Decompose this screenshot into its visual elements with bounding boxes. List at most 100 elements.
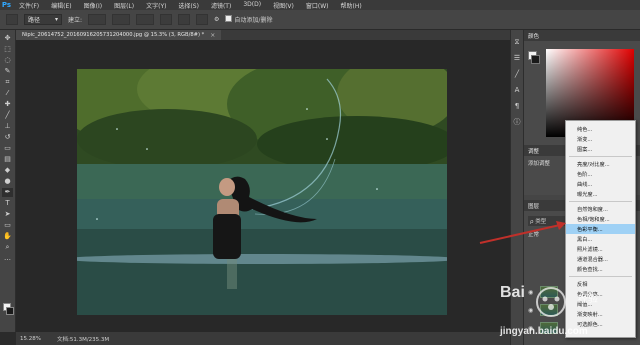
zoom-tool-icon[interactable]: ⌕	[2, 243, 13, 252]
eraser-tool-icon[interactable]: ▭	[2, 144, 13, 153]
path-selection-tool-icon[interactable]: ➤	[2, 210, 13, 219]
crop-tool-icon[interactable]: ⌗	[2, 78, 13, 87]
properties-panel-icon[interactable]: ☰	[513, 54, 522, 62]
menu-item[interactable]: 文字(Y)	[140, 1, 172, 10]
gear-icon[interactable]: ⚙	[214, 16, 219, 23]
history-brush-tool-icon[interactable]: ↺	[2, 133, 13, 142]
document-tab-bar: Nipic_20614752_20160916205731204000.jpg …	[16, 30, 510, 40]
make-selection-button[interactable]	[88, 14, 107, 25]
adjustment-menu-item[interactable]: 曝光度...	[566, 189, 635, 199]
adjustment-menu-item[interactable]: 反相	[566, 279, 635, 289]
adjustment-menu-item[interactable]: 通道混合器...	[566, 254, 635, 264]
layers-filter-select[interactable]: ρ 类型	[528, 216, 568, 226]
adjustment-menu-item[interactable]: 颜色查找...	[566, 264, 635, 274]
adjustment-menu-item[interactable]: 亮度/对比度...	[566, 159, 635, 169]
info-panel-icon[interactable]: ⓘ	[513, 118, 522, 126]
dodge-tool-icon[interactable]: ●	[2, 177, 13, 186]
menu-bar: Ps 文件(F) 编辑(E) 图像(I) 图层(L) 文字(Y) 选择(S) 滤镜(T) 3D…	[0, 0, 640, 10]
clone-stamp-tool-icon[interactable]: ⊥	[2, 122, 13, 131]
layers-panel-title: 图层	[528, 203, 540, 210]
menu-item[interactable]: 滤镜(T)	[205, 1, 237, 10]
document-info[interactable]: 文档:51.3M/235.3M	[57, 335, 109, 343]
pen-tool-icon[interactable]: ✒	[2, 188, 13, 197]
layer-thumbnail	[540, 286, 558, 298]
adjustment-menu-item[interactable]: 渐变映射...	[566, 309, 635, 319]
character-panel-icon[interactable]: A	[513, 86, 522, 94]
blend-mode-select[interactable]: 正常	[528, 230, 539, 238]
blur-tool-icon[interactable]: ◆	[2, 166, 13, 175]
menu-item[interactable]: 3D(D)	[237, 1, 267, 10]
adjustment-menu-item[interactable]: 黑白...	[566, 234, 635, 244]
lasso-tool-icon[interactable]: ◌	[2, 56, 13, 65]
tools-panel: ✥ ⬚ ◌ ✎ ⌗ ⁄ ✚ ╱ ⊥ ↺ ▭ ▤ ◆ ● ✒ T ➤ ▭ ✋ ⌕ …	[0, 30, 16, 332]
brush-tool-icon[interactable]: ╱	[2, 111, 13, 120]
document-tab-title: Nipic_20614752_20160916205731204000.jpg …	[22, 32, 205, 38]
background-color-swatch[interactable]	[6, 307, 14, 315]
watermark-suffix: 经验	[578, 294, 598, 305]
adjustment-menu-item[interactable]: 色彩平衡...	[566, 224, 635, 234]
photoshop-logo-icon: Ps	[1, 1, 12, 9]
path-mode-value: 路径	[28, 17, 41, 24]
layer-thumbnail	[540, 304, 558, 316]
canvas-area[interactable]	[16, 40, 510, 332]
adjustment-menu-item[interactable]: 纯色...	[566, 124, 635, 134]
menu-item[interactable]: 窗口(W)	[300, 1, 335, 10]
zoom-level[interactable]: 15.28%	[20, 336, 41, 342]
menu-item[interactable]: 编辑(E)	[45, 1, 77, 10]
hand-tool-icon[interactable]: ✋	[2, 232, 13, 241]
adjustment-menu-item[interactable]: 色相/饱和度...	[566, 214, 635, 224]
adjustment-menu-item[interactable]: 照片滤镜...	[566, 244, 635, 254]
menu-item[interactable]: 帮助(H)	[335, 1, 368, 10]
paragraph-panel-icon[interactable]: ¶	[513, 102, 522, 110]
document-image[interactable]	[77, 69, 447, 315]
gradient-tool-icon[interactable]: ▤	[2, 155, 13, 164]
adjustment-menu-item[interactable]: 渐变...	[566, 134, 635, 144]
shape-tool-icon[interactable]: ▭	[2, 221, 13, 230]
adjustment-menu-item[interactable]: 色阶...	[566, 169, 635, 179]
pen-tool-preset-icon[interactable]	[6, 14, 18, 25]
adjustment-menu-item[interactable]: 色调分离...	[566, 289, 635, 299]
eye-icon[interactable]: ◉	[528, 289, 536, 296]
make-shape-button[interactable]	[136, 14, 155, 25]
healing-brush-tool-icon[interactable]: ✚	[2, 100, 13, 109]
marquee-tool-icon[interactable]: ⬚	[2, 45, 13, 54]
menu-separator	[569, 201, 632, 202]
path-alignment-button[interactable]	[178, 14, 191, 25]
move-tool-icon[interactable]: ✥	[2, 34, 13, 43]
eye-icon[interactable]: ◉	[528, 307, 536, 314]
status-bar: 15.28% 文档:51.3M/235.3M	[16, 332, 510, 345]
adjustment-menu-item[interactable]: 自然饱和度...	[566, 204, 635, 214]
eyedropper-tool-icon[interactable]: ⁄	[2, 89, 13, 98]
history-panel-icon[interactable]: ⧖	[513, 38, 522, 46]
checkbox-icon	[225, 15, 233, 22]
document-tab[interactable]: Nipic_20614752_20160916205731204000.jpg …	[16, 30, 222, 40]
chevron-down-icon: ▾	[54, 16, 58, 23]
watermark-brand: Bai	[500, 284, 525, 301]
path-mode-select[interactable]: 路径 ▾	[24, 14, 62, 25]
menu-item[interactable]: 选择(S)	[172, 1, 205, 10]
menu-item[interactable]: 视图(V)	[267, 1, 300, 10]
close-icon[interactable]: ×	[210, 32, 215, 39]
more-tools-icon[interactable]: …	[2, 254, 13, 263]
type-tool-icon[interactable]: T	[2, 199, 13, 208]
menu-item[interactable]: 文件(F)	[13, 1, 45, 10]
make-mask-button[interactable]	[112, 14, 131, 25]
path-operations-button[interactable]	[160, 14, 173, 25]
path-arrangement-button[interactable]	[196, 14, 209, 25]
adjustments-panel-title: 调整	[528, 148, 540, 155]
color-panel-title: 颜色	[528, 33, 540, 40]
brush-panel-icon[interactable]: ╱	[513, 70, 522, 78]
menu-item[interactable]: 图像(I)	[78, 1, 108, 10]
make-label: 建立:	[68, 17, 83, 24]
menu-item[interactable]: 图层(L)	[108, 1, 140, 10]
panel-background-swatch[interactable]	[531, 55, 540, 64]
adjustment-menu-item[interactable]: 曲线...	[566, 179, 635, 189]
color-panel-tab[interactable]: 颜色	[524, 30, 640, 41]
options-bar: 路径 ▾ 建立: ⚙ 自动添加/删除	[0, 10, 640, 30]
quick-select-tool-icon[interactable]: ✎	[2, 67, 13, 76]
adjustment-menu-item[interactable]: 阈值...	[566, 299, 635, 309]
adjustment-menu-item[interactable]: 图案...	[566, 144, 635, 154]
auto-add-delete-checkbox[interactable]: 自动添加/删除	[225, 15, 272, 24]
watermark-url: jingyan.baidu.com	[500, 326, 588, 337]
adjustment-layer-menu: 纯色... 渐变... 图案... 亮度/对比度... 色阶... 曲线... 曝光度...…	[565, 120, 636, 338]
